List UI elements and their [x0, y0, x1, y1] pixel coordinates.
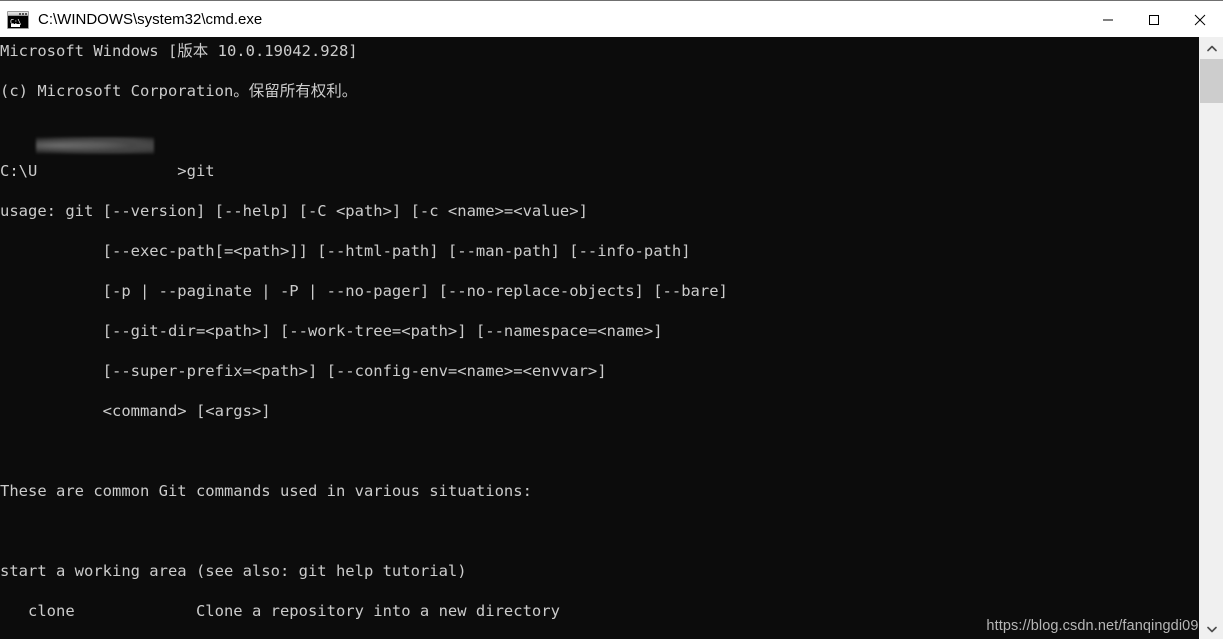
vertical-scrollbar[interactable] [1199, 37, 1223, 639]
console-line: start a working area (see also: git help… [0, 562, 467, 580]
console-line: [--exec-path[=<path>]] [--html-path] [--… [0, 242, 691, 260]
chevron-down-icon [1207, 626, 1217, 633]
console-line: [--git-dir=<path>] [--work-tree=<path>] … [0, 322, 663, 340]
title-bar-left: C:\ C:\WINDOWS\system32\cmd.exe [0, 10, 1085, 29]
console-line: Microsoft Windows [版本 10.0.19042.928] [0, 42, 358, 60]
window-title: C:\WINDOWS\system32\cmd.exe [38, 11, 263, 28]
console-line: [--super-prefix=<path>] [--config-env=<n… [0, 362, 607, 380]
cmd-icon-cursor [11, 23, 20, 27]
console-line: C:\U >git [0, 162, 215, 180]
console-line: clone Clone a repository into a new dire… [0, 602, 560, 620]
console-line: usage: git [--version] [--help] [-C <pat… [0, 202, 588, 220]
maximize-button[interactable] [1131, 2, 1177, 37]
close-button[interactable] [1177, 2, 1223, 37]
cmd-icon: C:\ [7, 10, 29, 29]
minimize-button[interactable] [1085, 2, 1131, 37]
terminal-area[interactable]: Microsoft Windows [版本 10.0.19042.928] (c… [0, 37, 1223, 639]
console-line: [-p | --paginate | -P | --no-pager] [--n… [0, 282, 728, 300]
scroll-up-button[interactable] [1200, 37, 1223, 59]
scrollbar-thumb[interactable] [1200, 59, 1223, 103]
console-line: These are common Git commands used in va… [0, 482, 532, 500]
scrollbar-track[interactable] [1200, 59, 1223, 618]
window-controls [1085, 2, 1223, 37]
console-line: <command> [<args>] [0, 402, 271, 420]
title-bar[interactable]: C:\ C:\WINDOWS\system32\cmd.exe [0, 2, 1223, 37]
chevron-up-icon [1207, 45, 1217, 52]
cmd-icon-buttons [19, 12, 27, 15]
cmd-window: C:\ C:\WINDOWS\system32\cmd.exe Microsof… [0, 0, 1223, 639]
console-line: (c) Microsoft Corporation。保留所有权利。 [0, 82, 358, 100]
scroll-down-button[interactable] [1200, 618, 1223, 639]
console-output: Microsoft Windows [版本 10.0.19042.928] (c… [0, 41, 775, 639]
console-screen[interactable]: Microsoft Windows [版本 10.0.19042.928] (c… [0, 37, 1199, 639]
